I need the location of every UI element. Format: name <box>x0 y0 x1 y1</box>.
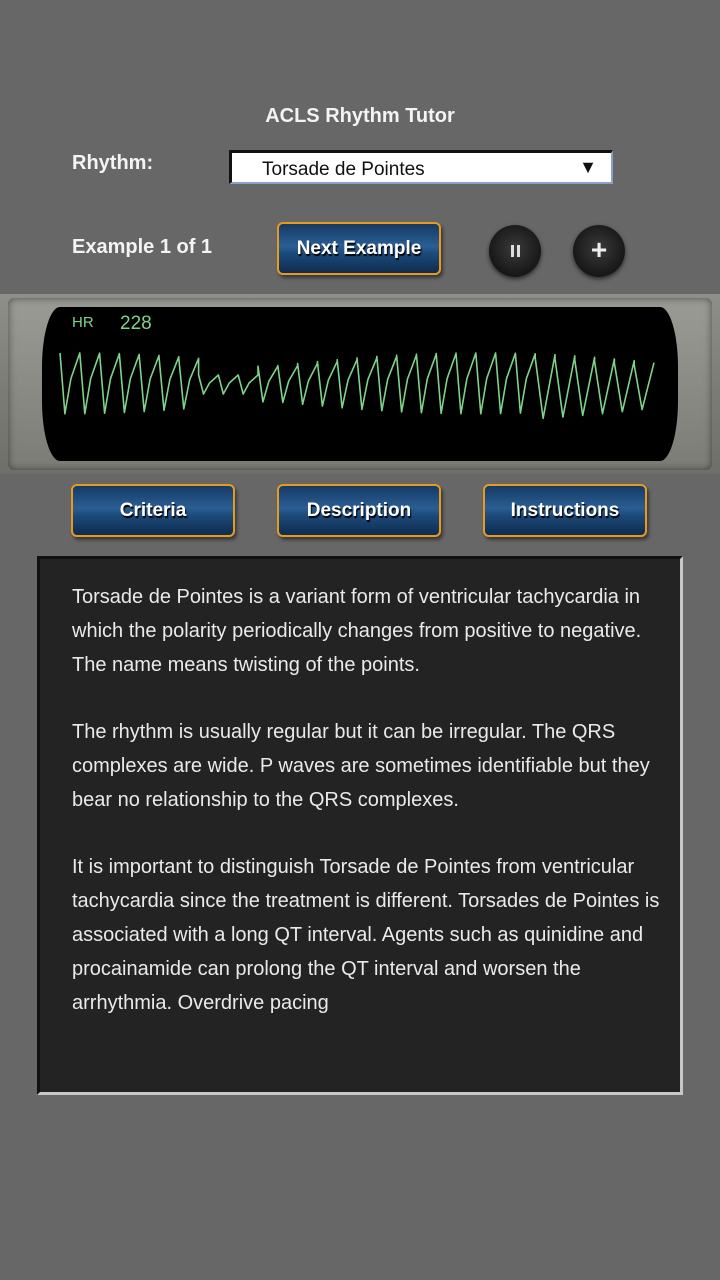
next-example-button[interactable]: Next Example <box>277 222 441 275</box>
description-paragraph: The rhythm is usually regular but it can… <box>72 721 650 811</box>
example-counter: Example 1 of 1 <box>72 236 213 258</box>
tab-instructions[interactable]: Instructions <box>483 484 647 537</box>
triangle-down-icon: ▼ <box>579 157 597 177</box>
rhythm-label: Rhythm: <box>72 152 154 174</box>
rhythm-select-value: Torsade de Pointes <box>262 159 425 180</box>
plus-icon: + <box>590 234 608 265</box>
description-paragraph: Torsade de Pointes is a variant form of … <box>72 586 642 676</box>
pause-icon <box>510 245 520 257</box>
description-text: Torsade de Pointes is a variant form of … <box>72 581 662 1054</box>
hr-value: 228 <box>120 313 152 334</box>
tab-description[interactable]: Description <box>277 484 441 537</box>
rhythm-select[interactable]: Torsade de Pointes ▼ <box>229 150 613 184</box>
description-paragraph: It is important to distinguish Torsade d… <box>72 856 660 1014</box>
description-panel[interactable]: Torsade de Pointes is a variant form of … <box>37 556 683 1095</box>
ecg-waveform <box>59 352 655 420</box>
hr-label: HR <box>72 314 94 331</box>
app-title: ACLS Rhythm Tutor <box>265 105 455 127</box>
add-button[interactable]: + <box>573 225 625 277</box>
pause-button[interactable] <box>489 225 541 277</box>
tab-criteria[interactable]: Criteria <box>71 484 235 537</box>
